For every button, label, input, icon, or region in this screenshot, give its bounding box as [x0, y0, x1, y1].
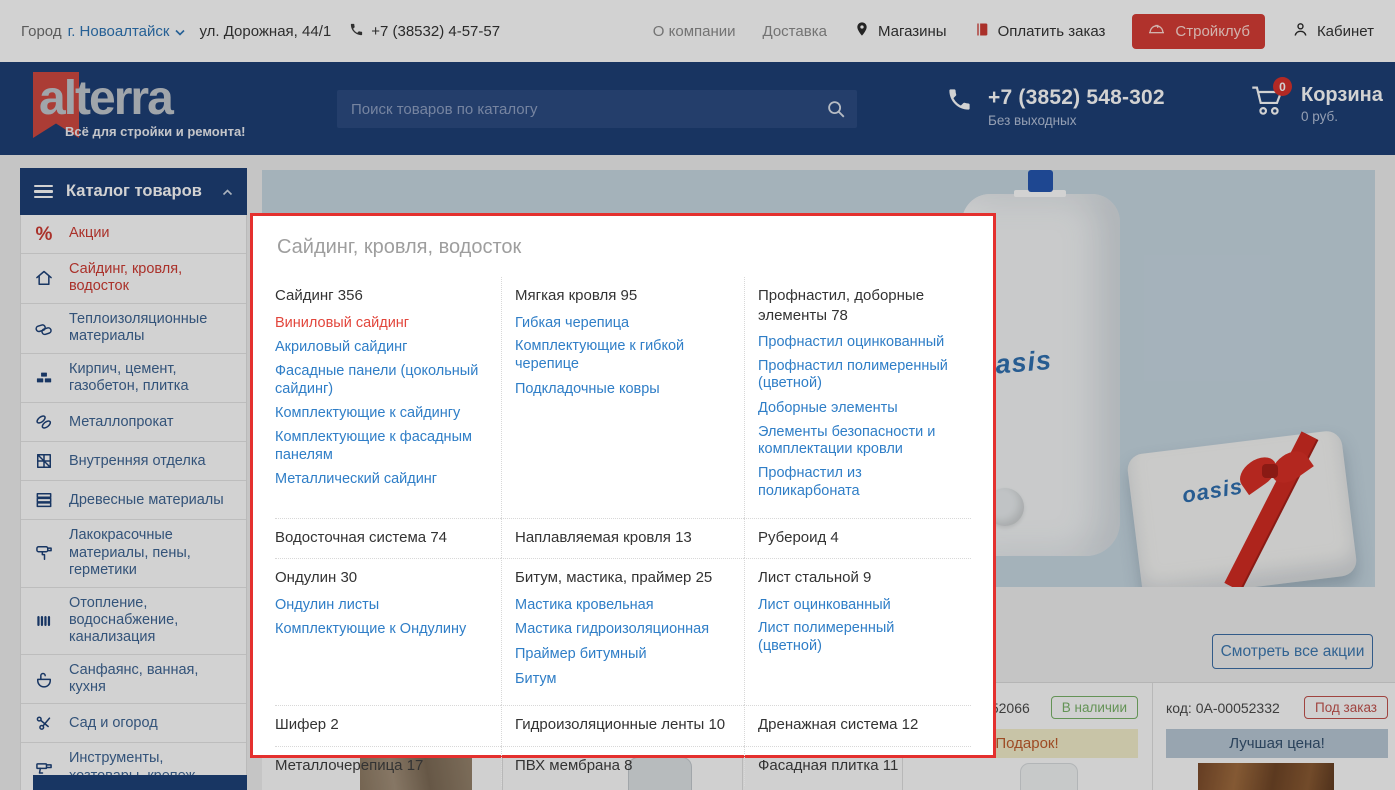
flyout-group-count: 12: [902, 716, 919, 733]
flyout-link-item: Профнастил оцинкованный: [758, 333, 957, 352]
flyout-link[interactable]: Профнастил оцинкованный: [758, 334, 944, 352]
flyout-group: Водосточная система 74: [275, 518, 501, 559]
flyout-group-count: 10: [708, 716, 725, 733]
flyout-group-count: 9: [863, 569, 871, 586]
flyout-group: Мягкая кровля 95 Гибкая черепица Комплекту…: [501, 277, 744, 518]
flyout-link-item: Лист полимеренный (цветной): [758, 620, 957, 655]
flyout-group-count: 78: [831, 307, 848, 324]
flyout-link-item: Элементы безопасности и комплектации кро…: [758, 424, 957, 459]
flyout-group-title[interactable]: Металлочерепица 17: [275, 756, 487, 776]
flyout-group-title[interactable]: Дренажная система 12: [758, 715, 957, 735]
flyout-group: Рубероид 4: [744, 518, 971, 559]
flyout-title: Сайдинг, кровля, водосток: [277, 236, 971, 259]
flyout-link[interactable]: Комплектующие к фасадным панелям: [275, 429, 487, 464]
flyout-group: Шифер 2: [275, 705, 501, 746]
flyout-link-item: Профнастил полимеренный (цветной): [758, 358, 957, 393]
flyout-group-title[interactable]: ПВХ мембрана 8: [515, 756, 730, 776]
flyout-grid: Сайдинг 356 Виниловый сайдинг Акриловый са…: [275, 277, 971, 786]
flyout-group: ПВХ мембрана 8: [501, 746, 744, 787]
flyout-link-item: Виниловый сайдинг: [275, 314, 487, 333]
flyout-group-title[interactable]: Гидроизоляционные ленты 10: [515, 715, 730, 735]
flyout-link-item: Ондулин листы: [275, 596, 487, 615]
flyout-link-item: Фасадные панели (цокольный сайдинг): [275, 363, 487, 398]
flyout-group-count: 13: [675, 529, 692, 546]
flyout-group: Металлочерепица 17: [275, 746, 501, 787]
flyout-group-title[interactable]: Битум, мастика, праймер 25: [515, 568, 730, 588]
flyout-group: Битум, мастика, праймер 25 Мастика кровел…: [501, 558, 744, 705]
flyout-link-item: Комплектующие к Ондулину: [275, 620, 487, 639]
flyout-link[interactable]: Виниловый сайдинг: [275, 315, 409, 333]
flyout-group-count: 17: [407, 757, 424, 774]
flyout-link[interactable]: Доборные элементы: [758, 400, 898, 418]
flyout-group: Ондулин 30 Ондулин листы Комплектующие к О…: [275, 558, 501, 705]
flyout-group-count: 74: [430, 529, 447, 546]
flyout-link-item: Профнастил из поликарбоната: [758, 465, 957, 500]
page: Город г. Новоалтайск ул. Дорожная, 44/1 …: [0, 0, 1395, 790]
flyout-group-title[interactable]: Профнастил, доборные элементы 78: [758, 286, 957, 325]
flyout-group-count: 2: [330, 716, 338, 733]
flyout-link-item: Комплектующие к фасадным панелям: [275, 429, 487, 464]
flyout-link-item: Гибкая черепица: [515, 314, 730, 333]
flyout-group-title[interactable]: Рубероид 4: [758, 528, 957, 548]
category-flyout: Сайдинг, кровля, водосток Сайдинг 356 Вин…: [250, 213, 996, 758]
flyout-group: Профнастил, доборные элементы 78 Профнаст…: [744, 277, 971, 518]
flyout-link-item: Подкладочные ковры: [515, 380, 730, 399]
flyout-group-count: 95: [621, 287, 638, 304]
flyout-link-item: Мастика кровельная: [515, 596, 730, 615]
flyout-group-title[interactable]: Ондулин 30: [275, 568, 487, 588]
flyout-group-title[interactable]: Наплавляемая кровля 13: [515, 528, 730, 548]
flyout-link[interactable]: Комплектующие к сайдингу: [275, 405, 460, 423]
flyout-group: Наплавляемая кровля 13: [501, 518, 744, 559]
flyout-group-count: 25: [696, 569, 713, 586]
flyout-group-title[interactable]: Лист стальной 9: [758, 568, 957, 588]
flyout-link[interactable]: Элементы безопасности и комплектации кро…: [758, 424, 957, 459]
flyout-link[interactable]: Подкладочные ковры: [515, 381, 660, 399]
flyout-group: Гидроизоляционные ленты 10: [501, 705, 744, 746]
flyout-link[interactable]: Профнастил из поликарбоната: [758, 465, 957, 500]
flyout-link[interactable]: Металлический сайдинг: [275, 471, 437, 489]
flyout-link-item: Доборные элементы: [758, 399, 957, 418]
flyout-link[interactable]: Праймер битумный: [515, 646, 647, 664]
flyout-link-item: Комплектующие к сайдингу: [275, 404, 487, 423]
flyout-link[interactable]: Мастика кровельная: [515, 597, 654, 615]
flyout-group-title[interactable]: Мягкая кровля 95: [515, 286, 730, 306]
flyout-link-item: Комплектующие к гибкой черепице: [515, 338, 730, 373]
flyout-group-count: 356: [338, 287, 363, 304]
flyout-group-count: 11: [883, 757, 899, 774]
flyout-link[interactable]: Фасадные панели (цокольный сайдинг): [275, 363, 487, 398]
flyout-link[interactable]: Акриловый сайдинг: [275, 339, 407, 357]
flyout-link[interactable]: Мастика гидроизоляционная: [515, 621, 709, 639]
flyout-link[interactable]: Ондулин листы: [275, 597, 379, 615]
flyout-link[interactable]: Битум: [515, 671, 556, 689]
flyout-link[interactable]: Лист оцинкованный: [758, 597, 891, 615]
flyout-link-item: Металлический сайдинг: [275, 470, 487, 489]
flyout-group-title[interactable]: Фасадная плитка 11: [758, 756, 957, 776]
flyout-group-count: 4: [830, 529, 838, 546]
flyout-group-title[interactable]: Шифер 2: [275, 715, 487, 735]
flyout-link[interactable]: Гибкая черепица: [515, 315, 629, 333]
flyout-group-title[interactable]: Сайдинг 356: [275, 286, 487, 306]
flyout-link-item: Мастика гидроизоляционная: [515, 620, 730, 639]
flyout-link[interactable]: Профнастил полимеренный (цветной): [758, 358, 957, 393]
flyout-group: Сайдинг 356 Виниловый сайдинг Акриловый са…: [275, 277, 501, 518]
flyout-link-item: Акриловый сайдинг: [275, 338, 487, 357]
flyout-link-item: Лист оцинкованный: [758, 596, 957, 615]
flyout-link-item: Праймер битумный: [515, 645, 730, 664]
flyout-group-count: 8: [624, 757, 632, 774]
flyout-group: Фасадная плитка 11: [744, 746, 971, 787]
flyout-link[interactable]: Лист полимеренный (цветной): [758, 620, 957, 655]
flyout-link-item: Битум: [515, 670, 730, 689]
flyout-link[interactable]: Комплектующие к гибкой черепице: [515, 338, 730, 373]
flyout-group: Дренажная система 12: [744, 705, 971, 746]
flyout-group-count: 30: [340, 569, 357, 586]
flyout-group-title[interactable]: Водосточная система 74: [275, 528, 487, 548]
flyout-group: Лист стальной 9 Лист оцинкованный Лист пол…: [744, 558, 971, 705]
flyout-link[interactable]: Комплектующие к Ондулину: [275, 621, 466, 639]
